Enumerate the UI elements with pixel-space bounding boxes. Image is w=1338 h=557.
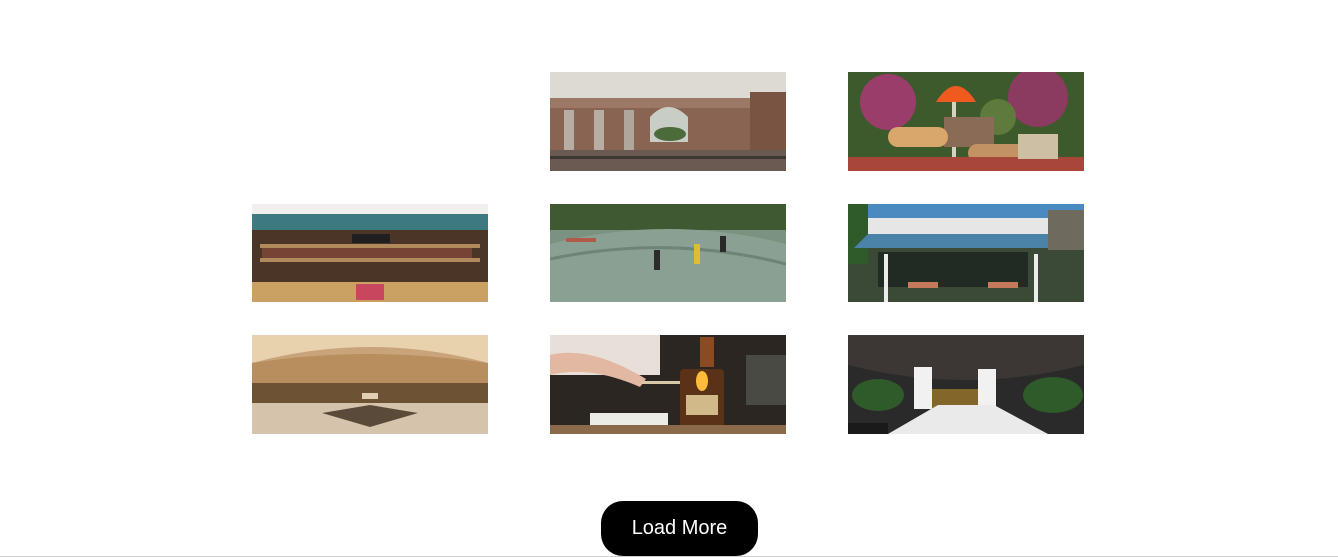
page: Load More: [0, 0, 1338, 557]
gallery-image-ruins[interactable]: [550, 72, 786, 171]
gallery-image-candle[interactable]: [550, 335, 786, 434]
gallery-image-lava-cave[interactable]: [848, 335, 1084, 434]
gallery-image-playground[interactable]: [848, 72, 1084, 171]
image-gallery: [252, 72, 1084, 434]
gallery-image-cafe[interactable]: [848, 204, 1084, 302]
gallery-empty-slot: [252, 72, 488, 171]
gallery-image-skatepark[interactable]: [550, 204, 786, 302]
gallery-image-market-stall[interactable]: [252, 204, 488, 302]
load-more-button[interactable]: Load More: [601, 501, 758, 556]
gallery-image-ornate-hall[interactable]: [252, 335, 488, 434]
